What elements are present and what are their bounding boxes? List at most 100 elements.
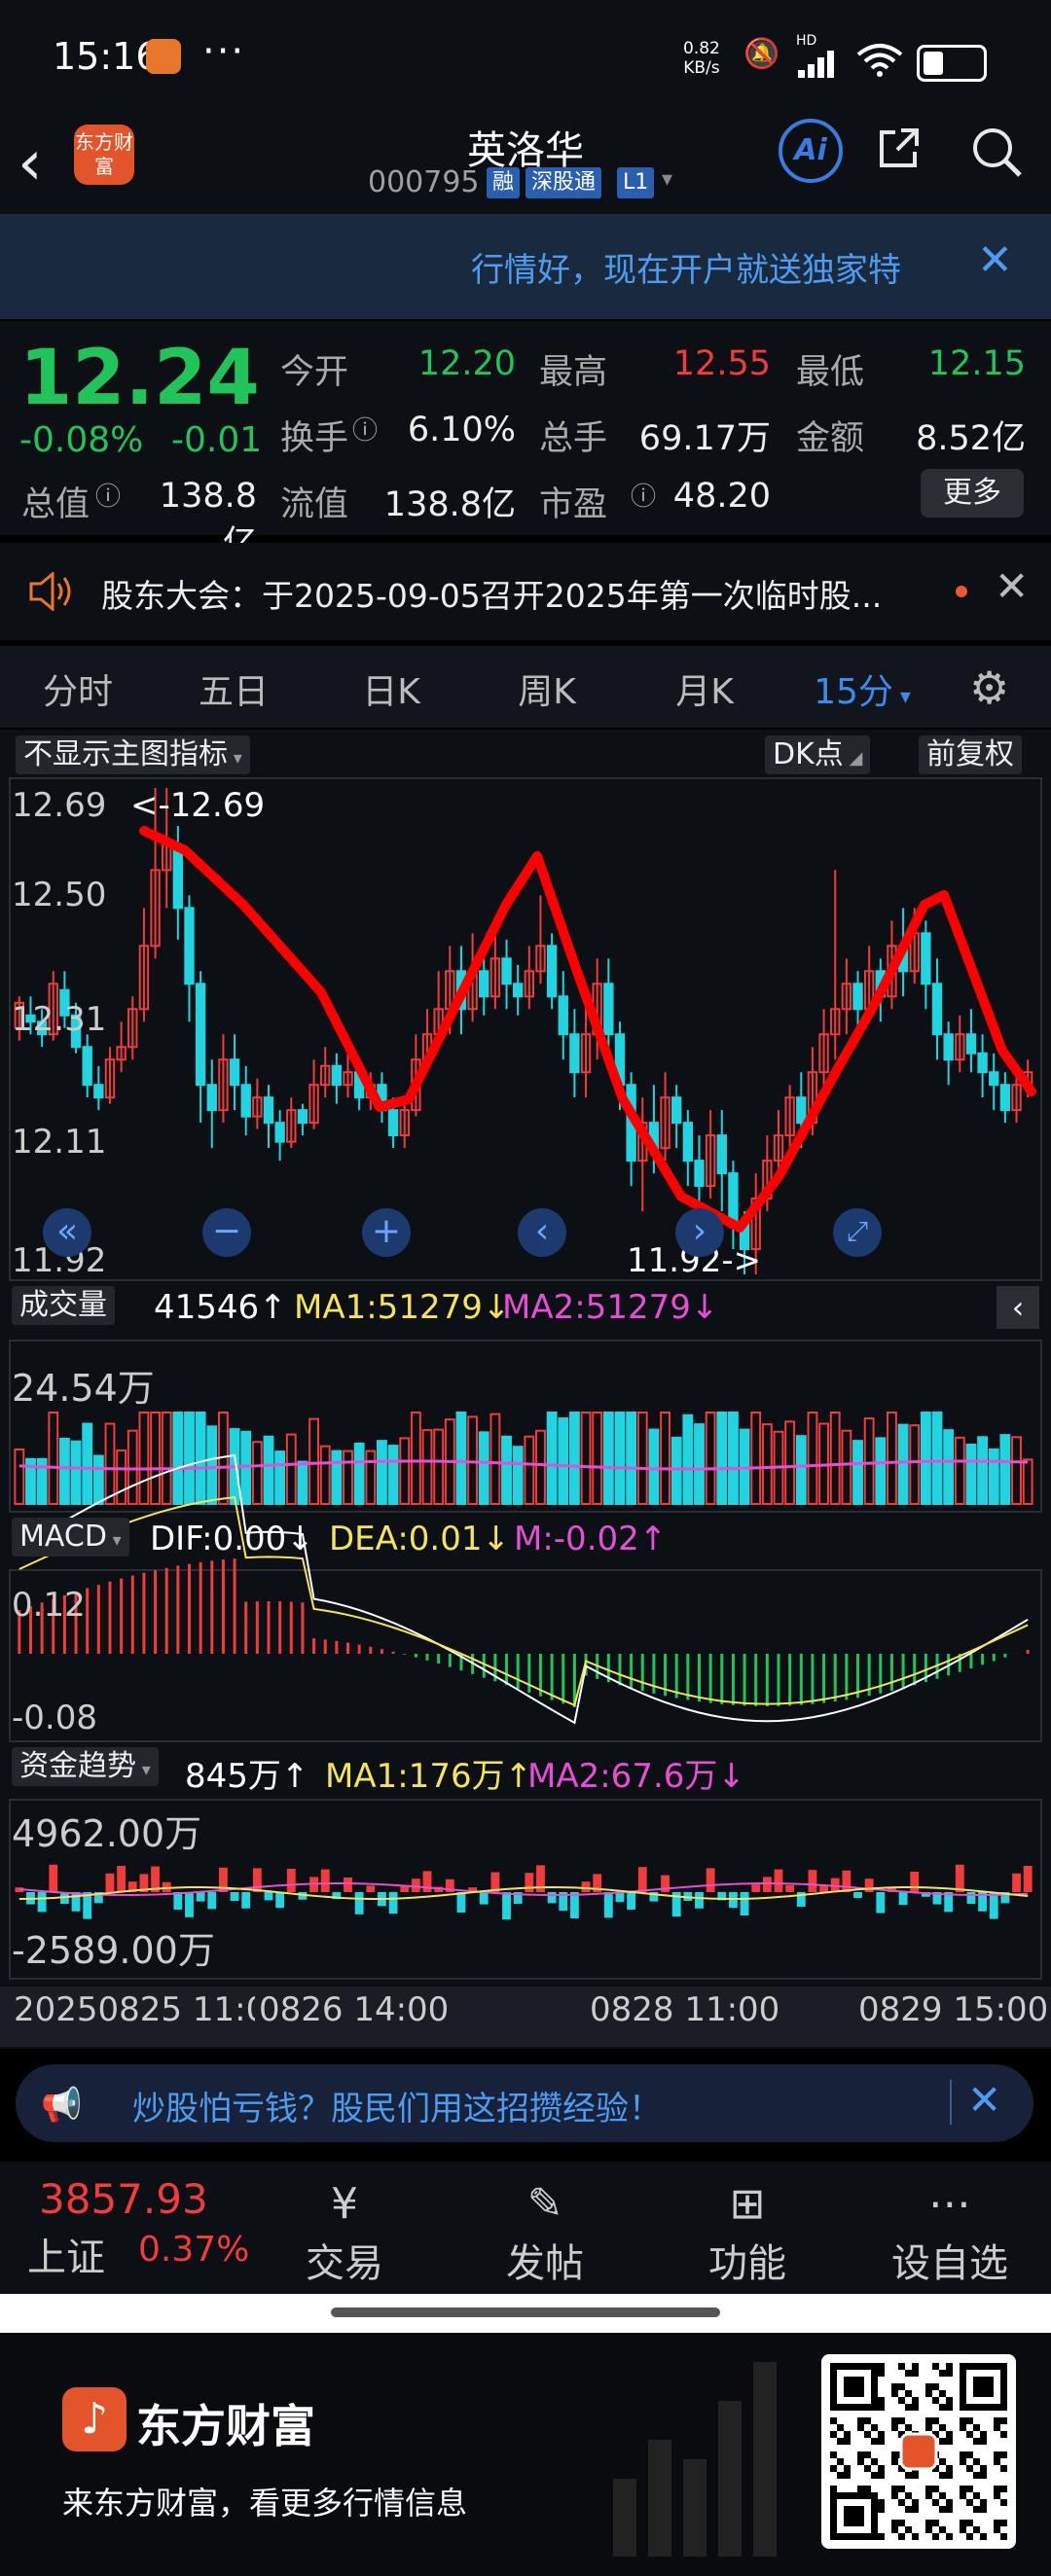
qr-module <box>871 2506 878 2513</box>
qr-module <box>932 2533 939 2540</box>
qr-module <box>987 2363 994 2370</box>
tab-five-day[interactable]: 五日 <box>175 663 292 714</box>
candle-body <box>931 983 943 1036</box>
close-icon[interactable]: ✕ <box>995 562 1029 610</box>
tip-text[interactable]: 炒股怕亏钱？股民们用这招攒经验！ <box>132 2082 662 2129</box>
qr-module <box>946 2472 953 2479</box>
volume-bar <box>251 1441 263 1505</box>
label-open: 今开 <box>280 353 349 392</box>
qr-module <box>864 2486 871 2492</box>
candle-body <box>796 1096 807 1125</box>
home-indicator[interactable] <box>331 2308 720 2317</box>
qr-module <box>830 2431 837 2438</box>
qr-module <box>898 2383 905 2390</box>
announcement-bar[interactable]: 股东大会：于2025-09-05召开2025年第一次临时股... ✕ <box>0 543 1051 640</box>
qr-module <box>864 2417 871 2424</box>
y-tick: 12.69 <box>12 786 107 825</box>
volume-bar <box>592 1412 603 1505</box>
nav-function[interactable]: ⊞ 功能 <box>670 2177 825 2288</box>
qr-module <box>898 2499 905 2506</box>
fullscreen-icon[interactable]: ⤢ <box>833 1208 882 1257</box>
qr-module <box>946 2370 953 2377</box>
info-icon[interactable]: ⓘ <box>352 411 378 447</box>
settings-icon[interactable]: ⚙ <box>969 662 1009 714</box>
volume-bar <box>535 1429 546 1506</box>
index-name[interactable]: 上证 <box>27 2226 105 2282</box>
qr-logo-icon <box>899 2432 938 2471</box>
footer-banner: ♪ 东方财富 来东方财富，看更多行情信息 <box>0 2333 1051 2576</box>
tag-connect: 深股通 <box>526 167 602 198</box>
close-icon[interactable]: ✕ <box>967 2076 1001 2124</box>
qr-module <box>830 2377 837 2383</box>
share-icon[interactable] <box>876 125 923 171</box>
promo-banner[interactable]: 行情好，现在开户就送独家特 ✕ <box>0 214 1051 319</box>
qr-module <box>837 2404 844 2411</box>
info-icon[interactable]: ⓘ <box>631 477 656 513</box>
volume-indicator-label[interactable]: 成交量 <box>12 1286 115 1325</box>
volume-bar <box>648 1428 660 1505</box>
volume-bar <box>58 1437 70 1506</box>
volume-bar <box>195 1412 206 1505</box>
qr-module <box>925 2383 932 2390</box>
scroll-left-fast-icon[interactable]: « <box>43 1208 91 1257</box>
qr-module <box>830 2526 837 2533</box>
qr-module <box>966 2417 973 2424</box>
nav-add-watchlist[interactable]: ⋯ 设自选 <box>872 2177 1028 2288</box>
qr-module <box>946 2363 953 2370</box>
kline-chart-area[interactable]: 不显示主图指标 ▾ DK点 ◢ 前复权 12.69 12.50 12.31 12… <box>0 730 1051 2049</box>
qr-module <box>871 2513 878 2520</box>
nav-post[interactable]: ✎ 发帖 <box>467 2177 623 2288</box>
qr-module <box>939 2390 946 2397</box>
index-value[interactable]: 3857.93 <box>39 2175 208 2223</box>
qr-module <box>830 2451 837 2458</box>
zoom-out-icon[interactable]: − <box>202 1208 251 1257</box>
scroll-left-icon[interactable]: ‹ <box>518 1208 566 1257</box>
qr-module <box>830 2397 837 2404</box>
fund-trend-label[interactable]: 资金趋势 ▾ <box>12 1747 159 1786</box>
qr-module <box>946 2465 953 2472</box>
qr-module <box>994 2486 1000 2492</box>
tip-banner[interactable]: 📢 炒股怕亏钱？股民们用这招攒经验！ ✕ <box>16 2064 1033 2142</box>
tab-weekly[interactable]: 周K <box>489 663 605 714</box>
tab-intraday[interactable]: 分时 <box>19 663 136 714</box>
close-icon[interactable]: ✕ <box>977 235 1013 285</box>
fund-bar <box>864 1878 874 1892</box>
qr-module <box>905 2424 912 2431</box>
qr-module <box>844 2431 851 2438</box>
search-icon[interactable] <box>969 125 1024 179</box>
nav-trade[interactable]: ¥ 交易 <box>267 2177 422 2288</box>
qr-module <box>857 2377 864 2383</box>
x-tick: 0829 15:00 <box>858 1990 1049 2029</box>
qr-module <box>939 2472 946 2479</box>
qr-module <box>932 2417 939 2424</box>
fund-bar <box>502 1892 511 1920</box>
announcement-text[interactable]: 股东大会：于2025-09-05召开2025年第一次临时股... <box>101 570 882 617</box>
qr-module <box>1000 2451 1007 2458</box>
more-button[interactable]: 更多 <box>921 469 1024 518</box>
ai-button[interactable]: Ai <box>779 119 843 183</box>
scroll-right-icon[interactable]: › <box>675 1208 724 1257</box>
tab-15min[interactable]: 15分 ▾ <box>804 663 921 714</box>
level-dropdown-icon[interactable]: ▾ <box>662 167 672 192</box>
volume-bar <box>206 1425 218 1505</box>
label-pe: 市盈 <box>539 485 608 524</box>
qr-module <box>912 2499 919 2506</box>
label-amount: 金额 <box>796 419 865 458</box>
decorative-candles <box>613 2362 777 2557</box>
qr-module <box>851 2404 857 2411</box>
volume-y-tick: 24.54万 <box>12 1367 155 1410</box>
qr-module <box>960 2486 966 2492</box>
volume-bar <box>750 1412 762 1505</box>
promo-text[interactable]: 行情好，现在开户就送独家特 <box>471 243 948 291</box>
index-change[interactable]: 0.37% <box>138 2230 249 2270</box>
volume-bar <box>478 1431 489 1505</box>
tab-daily[interactable]: 日K <box>333 663 450 714</box>
qr-module <box>994 2526 1000 2533</box>
info-icon[interactable]: ⓘ <box>95 477 121 513</box>
zoom-in-icon[interactable]: + <box>362 1208 411 1257</box>
macd-indicator-label[interactable]: MACD ▾ <box>12 1518 129 1556</box>
volume-bar <box>1022 1458 1033 1506</box>
collapse-panel-icon[interactable]: ‹ <box>997 1286 1039 1329</box>
tab-monthly[interactable]: 月K <box>646 663 763 714</box>
candle-body <box>603 983 614 1036</box>
